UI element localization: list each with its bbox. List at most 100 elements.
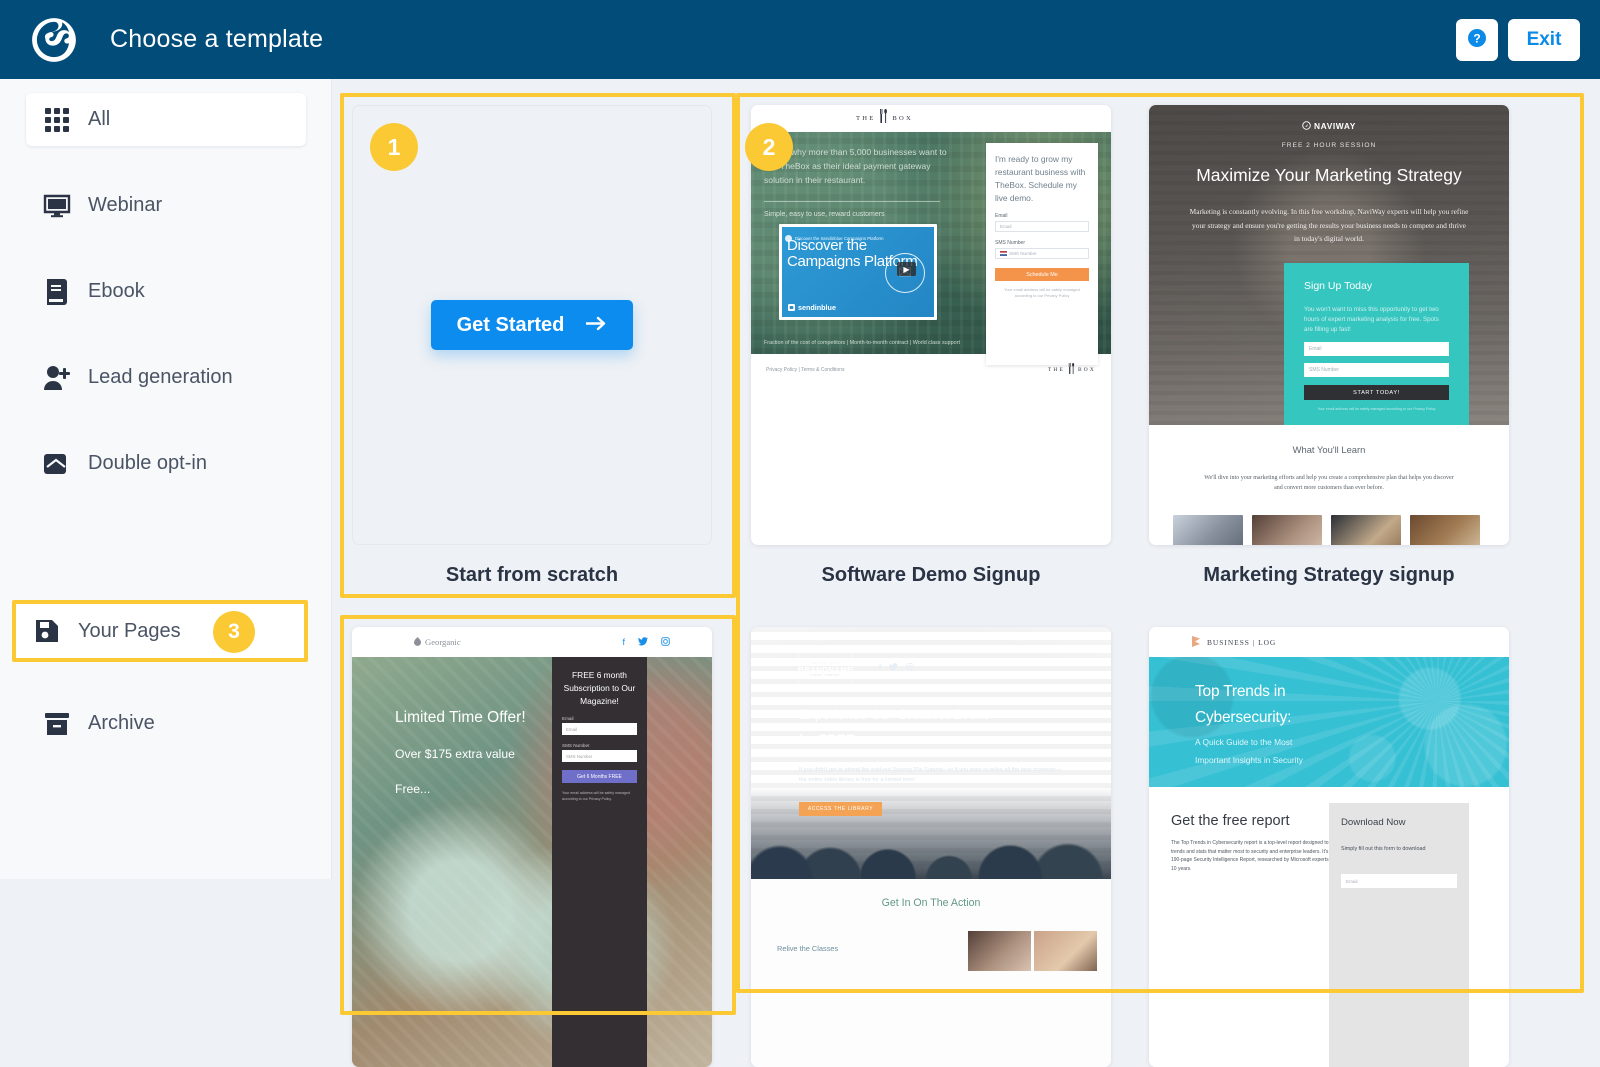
archive-box-icon xyxy=(40,707,74,741)
strip-image xyxy=(1034,931,1097,971)
sidebar-item-double-opt-in[interactable]: Double opt-in xyxy=(26,437,306,490)
email-input[interactable]: Email xyxy=(1304,342,1449,356)
hero-subline: Simple, easy to use, reward customers xyxy=(764,211,885,218)
sidebar-item-label: Your Pages xyxy=(78,619,181,642)
play-button-icon[interactable]: ▶ xyxy=(897,262,916,276)
greatest-event-card[interactable]: BRAND 2024 BRANDNAME VIDEO LIBRARY f Exp… xyxy=(751,627,1111,1067)
email-input[interactable]: Email xyxy=(995,221,1089,232)
hero-line-1: Limited Time Offer! xyxy=(395,709,526,726)
strip-image xyxy=(1252,515,1322,545)
submit-button[interactable]: Get 6 Months FREE xyxy=(562,770,637,783)
sidebar: All Webinar Ebook Lead generation Double… xyxy=(0,79,332,879)
sms-label: SMS Number xyxy=(562,743,590,748)
twitter-icon[interactable] xyxy=(638,636,648,648)
hero-image: Top Trends in Cybersecurity: A Quick Gui… xyxy=(1149,657,1509,787)
hero-line-2: Over $175 extra value xyxy=(395,747,515,761)
sms-input[interactable]: SMS Number xyxy=(1304,363,1449,377)
sidebar-item-label: Webinar xyxy=(88,194,163,216)
hero-sub-1: A Quick Guide to the Most xyxy=(1195,737,1293,747)
image-strip xyxy=(968,931,1097,971)
sendinblue-logo-icon[interactable] xyxy=(28,14,80,66)
marketing-strategy-thumbnail[interactable]: NAVIWAY FREE 2 HOUR SESSION Maximize You… xyxy=(1149,105,1509,545)
template-brand-2: BOX xyxy=(892,115,913,122)
divider xyxy=(764,201,940,202)
strip-image xyxy=(1173,515,1243,545)
form-body: You won't want to miss this opportunity … xyxy=(1304,306,1439,333)
form-fine-print: Your email address will be safely manage… xyxy=(562,791,630,801)
facebook-icon[interactable]: f xyxy=(622,637,625,648)
strip-image xyxy=(1410,515,1480,545)
form-heading: Download Now xyxy=(1341,817,1406,828)
georganic-thumbnail[interactable]: Georganic f Limited Time Offer! Over $17… xyxy=(352,627,712,1067)
signup-form: Sign Up Today You won't want to miss thi… xyxy=(1284,263,1469,425)
arrow-right-icon xyxy=(585,314,607,337)
sidebar-item-ebook[interactable]: Ebook xyxy=(26,265,306,318)
lower-section: Get In On The Action Relive the Classes xyxy=(751,879,1111,1067)
section-body: We'll dive into your marketing efforts a… xyxy=(1204,475,1454,491)
email-input[interactable]: Email xyxy=(1341,874,1457,888)
strip-image xyxy=(1331,515,1401,545)
start-from-scratch-card[interactable]: 1 Get Started Start from scratch xyxy=(352,105,712,587)
hero-image: Limited Time Offer! Over $175 extra valu… xyxy=(352,657,712,1067)
access-library-button[interactable]: ACCESS THE LIBRARY xyxy=(799,802,882,816)
help-button[interactable]: ? xyxy=(1456,18,1498,61)
privacy-links[interactable]: Privacy Policy | Terms & Conditions xyxy=(766,367,844,373)
hero-image: NAVIWAY FREE 2 HOUR SESSION Maximize You… xyxy=(1149,105,1509,425)
cybersecurity-thumbnail[interactable]: BUSINESS | LOG Top Trends in Cybersecuri… xyxy=(1149,627,1509,1067)
inbox-icon xyxy=(40,447,74,481)
marketing-strategy-signup-card[interactable]: NAVIWAY FREE 2 HOUR SESSION Maximize You… xyxy=(1149,105,1509,587)
get-started-button[interactable]: Get Started xyxy=(430,300,634,350)
header-actions: ? Exit xyxy=(1456,18,1580,61)
footer-brand: THE xyxy=(1047,367,1066,373)
limited-time-offer-card[interactable]: Georganic f Limited Time Offer! Over $17… xyxy=(352,627,712,1067)
brand-text: NAVIWAY xyxy=(1314,121,1356,131)
template-brand: NAVIWAY xyxy=(1149,121,1509,131)
instagram-icon[interactable] xyxy=(661,636,670,648)
section-sub: Relive the Classes xyxy=(777,944,839,953)
sidebar-item-label: Lead generation xyxy=(88,366,233,388)
floppy-save-icon xyxy=(30,614,64,648)
brand-bottom: VIDEO LIBRARY xyxy=(810,673,841,677)
sidebar-item-all[interactable]: All xyxy=(26,93,306,146)
strip-image xyxy=(968,931,1031,971)
scratch-thumbnail[interactable]: Get Started xyxy=(352,105,712,545)
fork-knife-icon xyxy=(1068,361,1075,379)
grid-icon xyxy=(40,103,74,137)
submit-button[interactable]: START TODAY! xyxy=(1304,385,1449,400)
software-demo-signup-card[interactable]: 2 THE BOX Here's why more than 5,000 bus… xyxy=(745,105,1111,587)
submit-button[interactable]: Schedule Me xyxy=(995,268,1089,281)
sms-input[interactable]: SMS Number xyxy=(995,248,1089,259)
signup-form: I'm ready to grow my restaurant business… xyxy=(986,143,1098,365)
form-heading: Sign Up Today xyxy=(1304,280,1373,292)
social-links[interactable]: f xyxy=(622,637,670,648)
sms-label: SMS Number xyxy=(995,240,1026,246)
hero-headline: Here's why more than 5,000 businesses wa… xyxy=(764,147,947,185)
app-header: Choose a template ? Exit xyxy=(0,0,1600,79)
instagram-icon[interactable] xyxy=(906,663,914,673)
exit-button[interactable]: Exit xyxy=(1508,18,1580,61)
social-links[interactable]: f xyxy=(879,663,914,673)
twitter-icon[interactable] xyxy=(889,663,899,673)
footer-brand-2: BOX xyxy=(1078,367,1096,373)
hero-sub-2: Important Insights in Security xyxy=(1195,755,1303,765)
hero-line-3: Free... xyxy=(395,782,431,796)
signup-form: FREE 6 month Subscription to Our Magazin… xyxy=(552,657,647,1067)
sidebar-item-your-pages[interactable]: Your Pages xyxy=(12,600,308,662)
help-question-icon: ? xyxy=(1467,28,1487,51)
email-label: Email xyxy=(562,716,574,721)
sms-input[interactable]: SMS Number xyxy=(562,750,637,762)
title2-strong: FREE xyxy=(818,732,855,747)
email-input[interactable]: Email xyxy=(562,723,637,735)
template-brand: Georganic xyxy=(414,636,461,648)
facebook-icon[interactable]: f xyxy=(879,663,881,673)
section-title: Get the free report xyxy=(1171,813,1290,829)
sidebar-item-webinar[interactable]: Webinar xyxy=(26,179,306,232)
get-started-label: Get Started xyxy=(456,313,565,336)
sidebar-item-label: All xyxy=(88,108,111,130)
form-heading: FREE 6 month Subscription to Our Magazin… xyxy=(563,670,636,706)
sidebar-item-archive[interactable]: Archive xyxy=(26,697,306,750)
cybersecurity-report-card[interactable]: BUSINESS | LOG Top Trends in Cybersecuri… xyxy=(1149,627,1509,1067)
software-demo-thumbnail[interactable]: THE BOX Here's why more than 5,000 busin… xyxy=(751,105,1111,545)
brandname-event-thumbnail[interactable]: BRAND 2024 BRANDNAME VIDEO LIBRARY f Exp… xyxy=(751,627,1111,1067)
sidebar-item-lead-generation[interactable]: Lead generation xyxy=(26,351,306,404)
